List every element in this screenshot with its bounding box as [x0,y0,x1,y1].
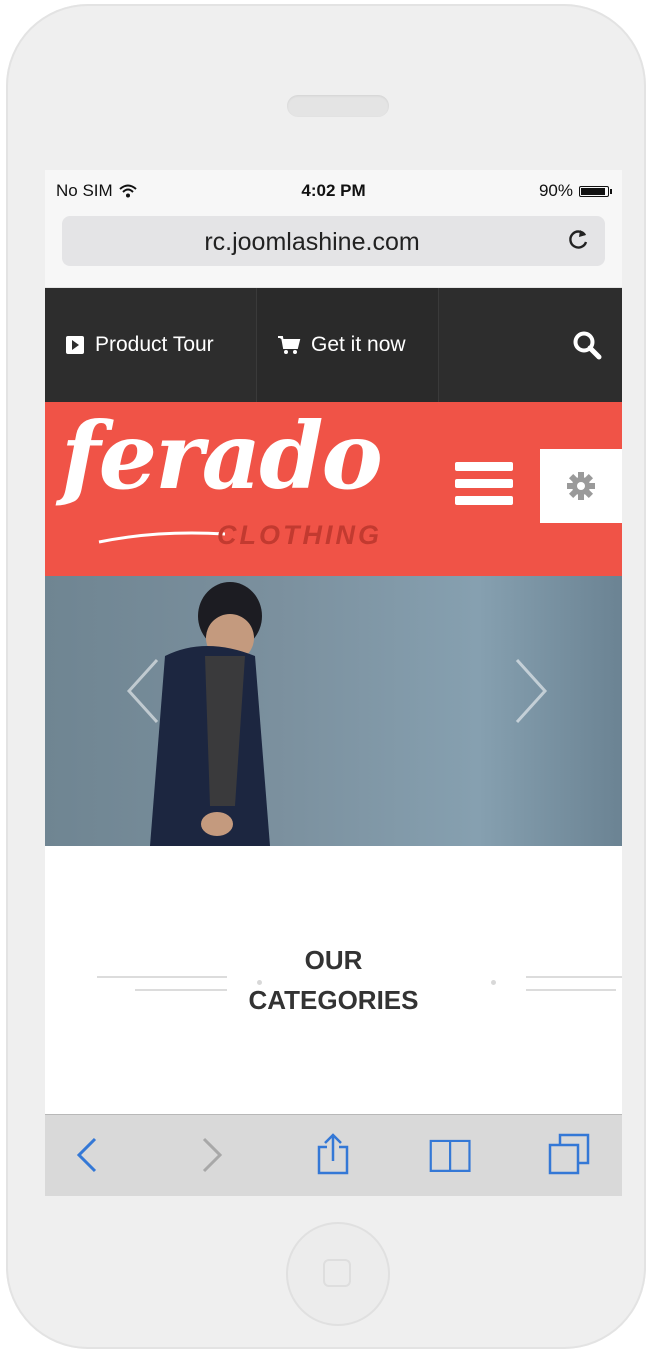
hero-slider [45,576,622,846]
url-text: rc.joomlashine.com [204,228,420,256]
get-it-now-label: Get it now [311,333,406,356]
phone-screen: No SIM 4:02 PM 90% rc.joomlashine.com Pr… [45,170,622,1196]
address-bar[interactable]: rc.joomlashine.com [62,216,605,266]
battery-percent: 90% [538,181,573,200]
slider-image [150,582,270,846]
status-bar: No SIM 4:02 PM 90% [45,170,622,210]
site-logo[interactable]: ferado [61,410,383,502]
bookmarks-icon[interactable] [429,1133,473,1177]
status-battery: 90% [539,181,612,201]
get-it-now-link[interactable]: Get it now [257,288,439,402]
battery-nub [610,188,612,194]
battery-icon [579,185,609,197]
phone-speaker [287,95,389,117]
back-icon[interactable] [65,1133,109,1177]
play-icon [66,336,84,354]
categories-heading: OUR CATEGORIES [45,940,622,1020]
product-tour-label: Product Tour [95,333,214,356]
brand-header: ferado CLOTHING [45,402,622,576]
tabs-icon[interactable] [548,1133,592,1177]
logo-subtitle: CLOTHING [217,520,382,550]
share-icon[interactable] [311,1133,355,1177]
home-button[interactable] [286,1222,390,1326]
gear-icon [567,472,595,500]
browser-toolbar [45,1114,622,1196]
search-icon[interactable] [572,330,602,360]
cart-icon [278,336,301,354]
slider-next-arrow[interactable] [511,656,551,726]
categories-heading-line2: CATEGORIES [248,985,419,1015]
status-time: 4:02 PM [301,181,366,200]
hamburger-icon[interactable] [455,462,513,512]
settings-button[interactable] [540,449,622,523]
forward-icon[interactable] [190,1133,234,1177]
product-tour-link[interactable]: Product Tour [45,288,257,402]
slider-prev-arrow[interactable] [123,656,163,726]
top-nav: Product Tour Get it now [45,288,622,402]
logo-swash [98,531,226,544]
address-bar-area: rc.joomlashine.com [45,210,622,288]
reload-icon[interactable] [565,226,591,252]
home-button-square [323,1259,351,1287]
categories-heading-line1: OUR [304,945,363,975]
